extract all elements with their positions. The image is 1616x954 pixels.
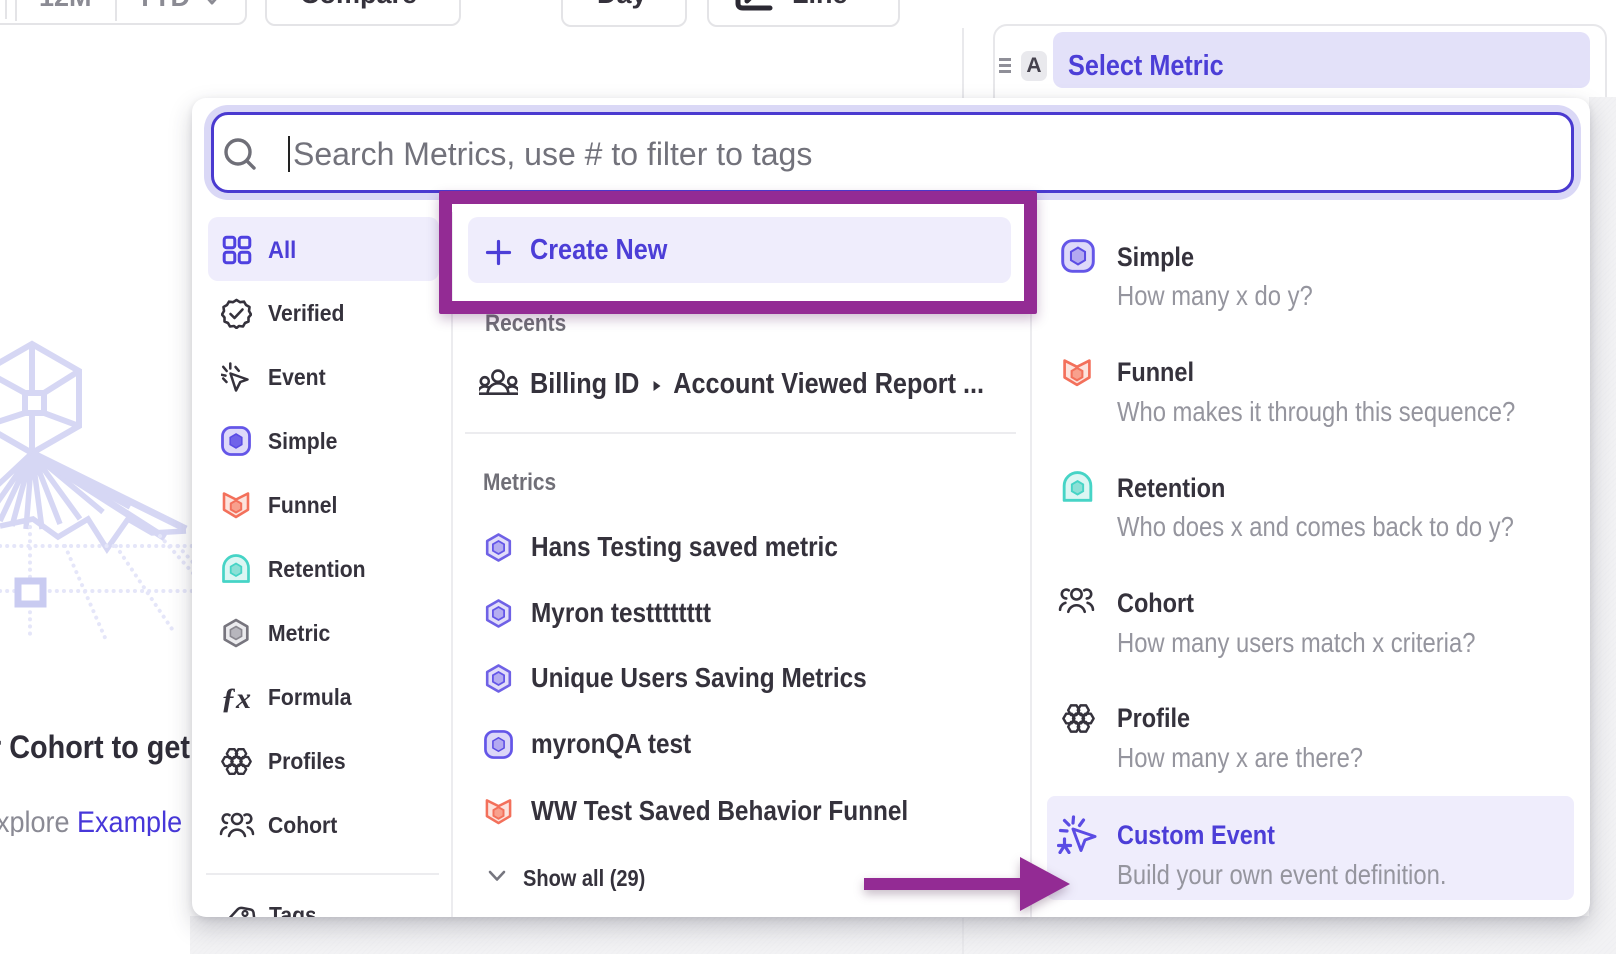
svg-text:ƒx: ƒx (221, 682, 251, 714)
